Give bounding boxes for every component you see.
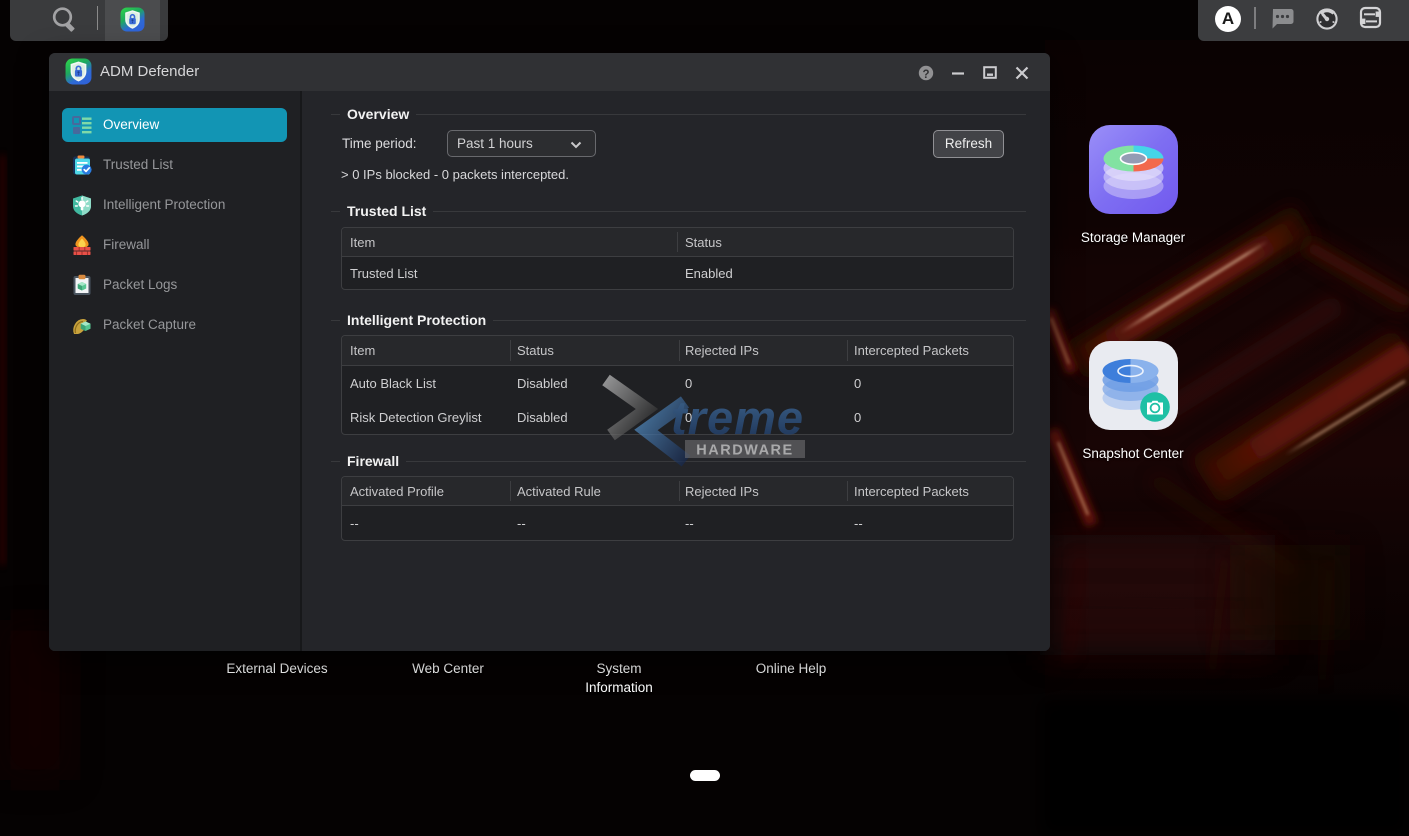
svg-text:?: ? <box>922 69 929 81</box>
